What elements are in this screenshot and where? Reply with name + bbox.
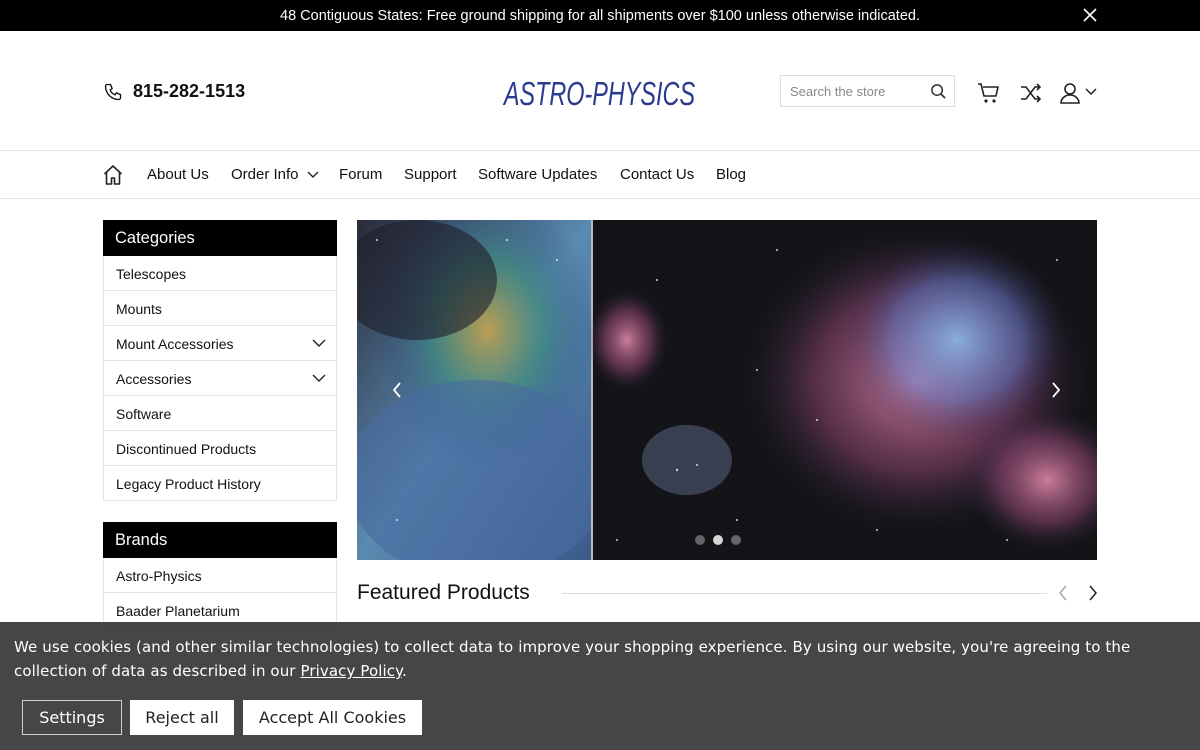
brands-panel: Brands Astro-Physics Baader Planetarium [103,522,337,628]
category-label: Accessories [116,371,192,387]
cookie-banner: We use cookies (and other similar techno… [0,622,1200,750]
nav-about-us[interactable]: About Us [147,166,209,183]
reject-all-button[interactable]: Reject all [130,700,234,735]
carousel-dots [695,535,741,545]
brand-label: Astro-Physics [116,568,202,584]
nav-blog[interactable]: Blog [716,166,746,183]
carousel-next-icon[interactable] [1049,380,1063,400]
brand-label: Baader Planetarium [116,603,240,619]
phone-icon [104,83,122,100]
nav-software-updates[interactable]: Software Updates [478,166,597,183]
carousel-prev-icon[interactable] [390,380,404,400]
phone-number: 815-282-1513 [133,81,246,101]
cart-icon[interactable] [977,81,1001,105]
brand-astro-physics[interactable]: Astro-Physics [103,558,337,593]
nav-order-info[interactable]: Order Info [231,166,319,183]
category-label: Software [116,406,172,422]
categories-panel: Categories Telescopes Mounts Mount Acces… [103,220,337,501]
category-software[interactable]: Software [103,396,337,431]
category-telescopes[interactable]: Telescopes [103,256,337,291]
category-accessories[interactable]: Accessories [103,361,337,396]
chevron-down-icon[interactable] [312,338,326,348]
category-mount-accessories[interactable]: Mount Accessories [103,326,337,361]
section-divider [562,593,1047,594]
announcement-bar: 48 Contiguous States: Free ground shippi… [0,0,1200,31]
compare-shuffle-icon[interactable] [1019,81,1043,105]
chevron-down-icon[interactable] [312,373,326,383]
announcement-text: 48 Contiguous States: Free ground shippi… [280,7,920,24]
site-header: 815-282-1513 ASTRO-PHYSICS [0,31,1200,151]
category-label: Telescopes [116,266,187,282]
category-discontinued-products[interactable]: Discontinued Products [103,431,337,466]
accept-all-cookies-button[interactable]: Accept All Cookies [243,700,422,735]
carousel-dot-active[interactable] [713,535,723,545]
search-icon[interactable] [930,83,947,100]
search-box [780,75,955,107]
nebula-slide-image [357,220,1097,560]
nav-forum[interactable]: Forum [339,166,382,183]
search-input[interactable] [781,77,921,105]
cookie-settings-button[interactable]: Settings [22,700,122,735]
category-label: Mount Accessories [116,336,234,352]
phone-contact[interactable]: 815-282-1513 [103,81,245,102]
category-mounts[interactable]: Mounts [103,291,337,326]
featured-prev-icon[interactable] [1057,584,1069,602]
logo-text: ASTRO-PHYSICS [502,76,695,113]
brands-heading: Brands [103,522,337,558]
cookie-message-text: We use cookies (and other similar techno… [14,638,1131,680]
category-label: Discontinued Products [116,441,257,457]
featured-next-icon[interactable] [1087,584,1099,602]
carousel-dot[interactable] [695,535,705,545]
cookie-message: We use cookies (and other similar techno… [14,635,1189,683]
main-nav: About Us Order Info Forum Support Softwa… [0,152,1200,199]
category-label: Mounts [116,301,162,317]
nav-support[interactable]: Support [404,166,457,183]
nav-contact-us[interactable]: Contact Us [620,166,694,183]
hero-carousel [357,220,1097,560]
account-icon[interactable] [1060,81,1098,105]
privacy-policy-link[interactable]: Privacy Policy [300,662,402,680]
chevron-down-icon [307,171,319,178]
featured-products-title: Featured Products [357,581,530,604]
featured-products-header: Featured Products [357,579,1097,609]
carousel-dot[interactable] [731,535,741,545]
categories-heading: Categories [103,220,337,256]
nav-order-info-label: Order Info [231,166,299,183]
close-icon[interactable] [1082,7,1098,23]
cookie-message-period: . [401,662,407,680]
category-label: Legacy Product History [116,476,261,492]
astro-physics-logo[interactable]: ASTRO-PHYSICS [500,71,700,115]
category-legacy-product-history[interactable]: Legacy Product History [103,466,337,501]
home-icon[interactable] [103,164,123,186]
